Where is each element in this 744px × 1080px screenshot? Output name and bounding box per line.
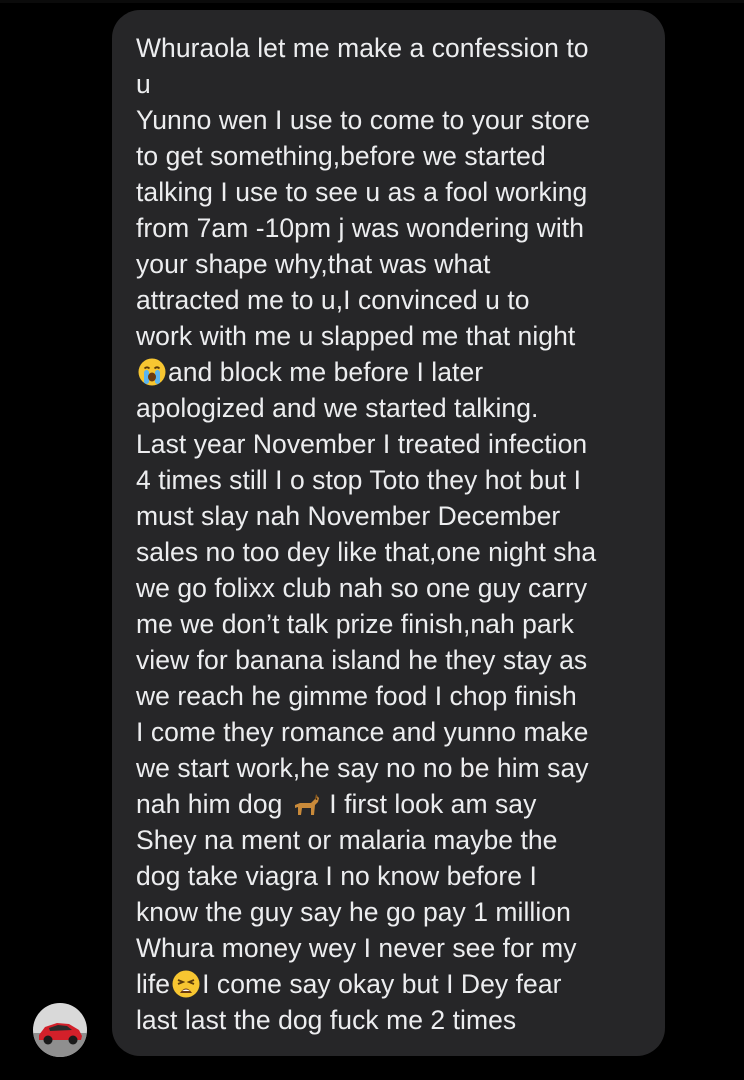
message-line: your shape why,that was what xyxy=(136,249,491,279)
message-line: Yunno wen I use to come to your store xyxy=(136,105,591,135)
message-line: we go folixx club nah so one guy carry xyxy=(136,573,588,603)
message-line: know the guy say he go pay 1 million xyxy=(136,897,571,927)
loudly-crying-face-icon xyxy=(138,358,166,386)
message-line: last last the dog fuck me 2 times xyxy=(136,1005,517,1035)
avatar[interactable] xyxy=(33,1003,87,1057)
message-line: work with me u slapped me that night xyxy=(136,321,576,351)
weary-face-icon xyxy=(172,970,200,998)
message-line: Shey na ment or malaria maybe the xyxy=(136,825,558,855)
message-line: u xyxy=(136,69,151,99)
message-line: 4 times still I o stop Toto they hot but… xyxy=(136,465,581,495)
chat-screen: Whuraola let me make a confession to u Y… xyxy=(0,0,744,1080)
message-line: and block me before I later xyxy=(136,354,645,390)
message-line-text: I come say okay but I Dey fear xyxy=(202,969,562,999)
message-line: we reach he gimme food I chop finish xyxy=(136,681,577,711)
message-line-text: and block me before I later xyxy=(168,357,484,387)
message-line: Last year November I treated infection xyxy=(136,429,588,459)
message-line: life I come say okay but I Dey fear xyxy=(136,966,645,1002)
message-line: me we don’t talk prize finish,nah park xyxy=(136,609,574,639)
message-line: from 7am -10pm j was wondering with xyxy=(136,213,585,243)
status-bar-edge xyxy=(0,0,744,3)
message-line: must slay nah November December xyxy=(136,501,561,531)
message-line: talking I use to see u as a fool working xyxy=(136,177,588,207)
message-bubble[interactable]: Whuraola let me make a confession to u Y… xyxy=(112,10,665,1056)
message-line: Whura money wey I never see for my xyxy=(136,933,577,963)
message-line: dog take viagra I no know before I xyxy=(136,861,537,891)
message-line-text: I first look am say xyxy=(329,789,537,819)
message-line: apologized and we started talking. xyxy=(136,393,539,423)
message-line: we start work,he say no no be him say xyxy=(136,753,589,783)
message-line: view for banana island he they stay as xyxy=(136,645,588,675)
message-line-text: nah him dog xyxy=(136,789,283,819)
message-line: attracted me to u,I convinced u to xyxy=(136,285,530,315)
message-line: to get something,before we started xyxy=(136,141,546,171)
message-line-text: life xyxy=(136,969,171,999)
message-line: Whuraola let me make a confession to xyxy=(136,33,589,63)
sports-car-icon xyxy=(33,1003,87,1057)
message-line: I come they romance and yunno make xyxy=(136,717,589,747)
message-line: sales no too dey like that,one night sha xyxy=(136,537,597,567)
dog-icon xyxy=(294,794,319,815)
message-line: nah him dog I first look am say xyxy=(136,786,645,822)
